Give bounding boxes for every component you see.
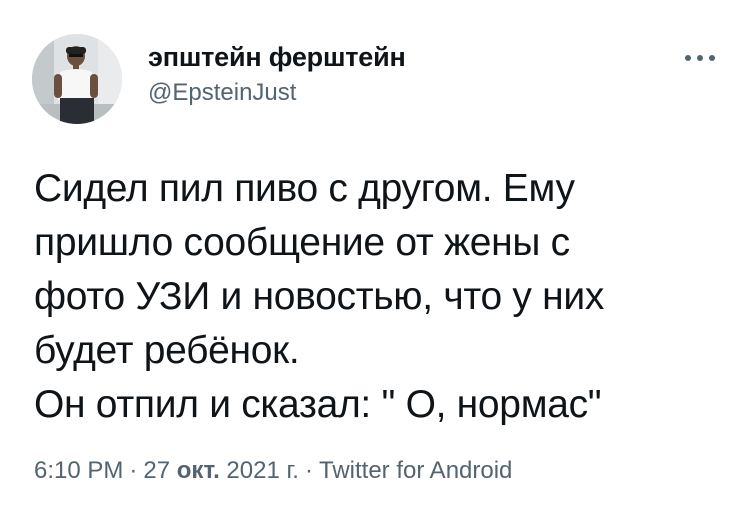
separator: · <box>304 457 313 484</box>
tweet-metadata: 6:10 PM · 27 окт. 2021 г. · Twitter for Andr… <box>34 456 512 486</box>
separator: · <box>129 457 138 484</box>
tweet-text-line: будет ребёнок. <box>34 329 300 372</box>
tweet-card: эпштейн ферштейн @EpsteinJust Сидел пил … <box>0 0 750 513</box>
tweet-text: Сидел пил пиво с другом. Ему пришло сооб… <box>34 162 734 432</box>
author-info: эпштейн ферштейн @EpsteinJust <box>148 40 406 108</box>
tweet-source-link[interactable]: Twitter for Android <box>319 457 512 484</box>
tweet-text-line: Сидел пил пиво с другом. Ему <box>34 167 575 210</box>
username-handle[interactable]: @EpsteinJust <box>148 78 406 108</box>
avatar[interactable] <box>32 34 122 124</box>
tweet-date-year: 2021 г. <box>226 457 299 484</box>
tweet-text-line: фото УЗИ и новостью, что у них <box>34 275 605 318</box>
tweet-text-line: пришло сообщение от жены с <box>34 221 570 264</box>
more-horizontal-icon <box>685 55 715 61</box>
tweet-time[interactable]: 6:10 PM <box>34 457 123 484</box>
tweet-text-line: Он отпил и сказал: " О, нормас" <box>34 383 602 426</box>
tweet-date-month: окт. <box>176 457 220 484</box>
tweet-date-day: 27 <box>143 457 171 484</box>
avatar-photo <box>32 34 122 124</box>
more-options-button[interactable] <box>680 44 720 72</box>
display-name[interactable]: эпштейн ферштейн <box>148 40 406 74</box>
